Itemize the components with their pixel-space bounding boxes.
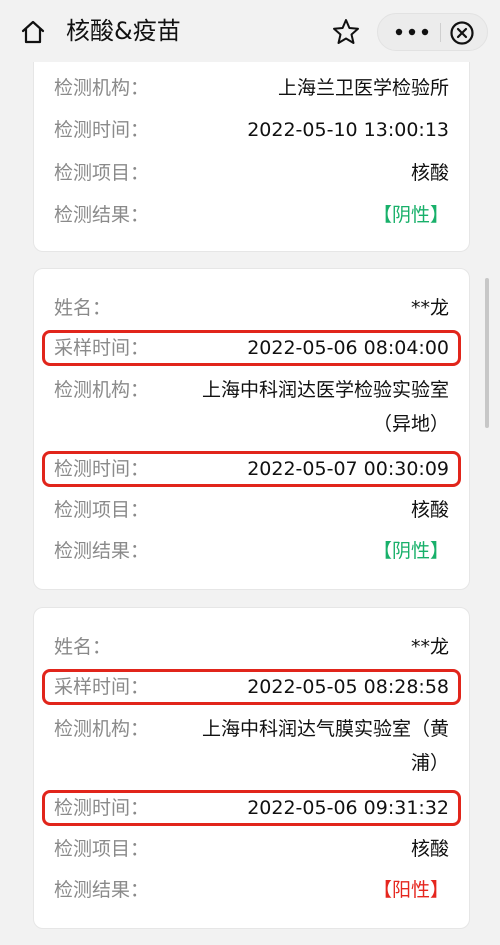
- record-row-test-time: 检测时间： 2022-05-06 09:31:32: [42, 790, 461, 826]
- page-title: 核酸&疫苗: [66, 17, 181, 45]
- record-row-result: 检测结果： 【阳性】: [54, 873, 449, 907]
- row-value: **龙: [410, 636, 449, 658]
- row-label: 姓名：: [54, 636, 112, 658]
- record-row-sample-time: 采样时间： 2022-05-06 08:04:00: [42, 330, 461, 366]
- capsule-divider: [440, 23, 441, 42]
- row-label: 检测时间：: [54, 797, 150, 819]
- row-value: 上海中科润达医学检验实验室（异地）: [201, 379, 449, 435]
- test-record-card: 检测机构： 上海兰卫医学检验所 检测时间： 2022-05-10 13:00:1…: [33, 40, 470, 252]
- home-icon[interactable]: [20, 19, 46, 45]
- row-value: 上海中科润达气膜实验室（黄浦）: [201, 718, 449, 774]
- star-icon[interactable]: [331, 17, 361, 47]
- record-row-institution: 检测机构： 上海中科润达医学检验实验室（异地）: [54, 373, 449, 441]
- row-label: 检测机构：: [54, 718, 150, 740]
- scrollbar[interactable]: [485, 278, 489, 428]
- row-label: 检测项目：: [54, 499, 150, 521]
- row-value: 2022-05-10 13:00:13: [247, 119, 449, 141]
- row-label: 检测时间：: [54, 119, 150, 141]
- result-negative: 【阴性】: [372, 204, 449, 226]
- record-row-name: 姓名： **龙: [54, 630, 449, 664]
- record-row-result: 检测结果： 【阴性】: [54, 534, 449, 568]
- row-label: 检测结果：: [54, 540, 150, 562]
- row-label: 检测结果：: [54, 204, 150, 226]
- row-value: 核酸: [410, 838, 449, 860]
- mini-program-capsule: [377, 13, 488, 51]
- row-label: 检测时间：: [54, 458, 150, 480]
- row-value: 上海兰卫医学检验所: [277, 77, 449, 99]
- record-row-sample-time: 采样时间： 2022-05-05 08:28:58: [42, 669, 461, 705]
- row-value: 2022-05-06 09:31:32: [247, 797, 449, 819]
- row-value: 核酸: [410, 162, 449, 184]
- test-record-card: 姓名： **龙 采样时间： 2022-05-06 08:04:00 检测机构： …: [33, 268, 470, 590]
- row-value: 核酸: [410, 499, 449, 521]
- row-value: **龙: [410, 297, 449, 319]
- test-record-card: 姓名： **龙 采样时间： 2022-05-05 08:28:58 检测机构： …: [33, 607, 470, 929]
- record-row-result: 检测结果： 【阴性】: [54, 198, 449, 232]
- row-value: 2022-05-07 00:30:09: [247, 458, 449, 480]
- row-label: 姓名：: [54, 297, 112, 319]
- result-negative: 【阴性】: [372, 540, 449, 562]
- row-label: 检测机构：: [54, 77, 150, 99]
- row-value: 2022-05-06 08:04:00: [247, 337, 449, 359]
- record-row-test-item: 检测项目： 核酸: [54, 156, 449, 190]
- close-icon[interactable]: [449, 20, 475, 46]
- row-label: 检测结果：: [54, 879, 150, 901]
- row-label: 采样时间：: [54, 337, 150, 359]
- row-label: 检测项目：: [54, 838, 150, 860]
- record-row-test-item: 检测项目： 核酸: [54, 493, 449, 527]
- record-row-test-item: 检测项目： 核酸: [54, 832, 449, 866]
- record-row-test-time: 检测时间： 2022-05-10 13:00:13: [54, 113, 449, 147]
- title-bar: 核酸&疫苗: [0, 0, 500, 62]
- record-row-institution: 检测机构： 上海兰卫医学检验所: [54, 71, 449, 105]
- record-row-institution: 检测机构： 上海中科润达气膜实验室（黄浦）: [54, 712, 449, 780]
- record-row-test-time: 检测时间： 2022-05-07 00:30:09: [42, 451, 461, 487]
- record-row-name: 姓名： **龙: [54, 291, 449, 325]
- row-label: 检测机构：: [54, 379, 150, 401]
- row-value: 2022-05-05 08:28:58: [247, 676, 449, 698]
- more-icon[interactable]: [392, 25, 432, 39]
- row-label: 采样时间：: [54, 676, 150, 698]
- row-label: 检测项目：: [54, 162, 150, 184]
- result-positive: 【阳性】: [372, 879, 449, 901]
